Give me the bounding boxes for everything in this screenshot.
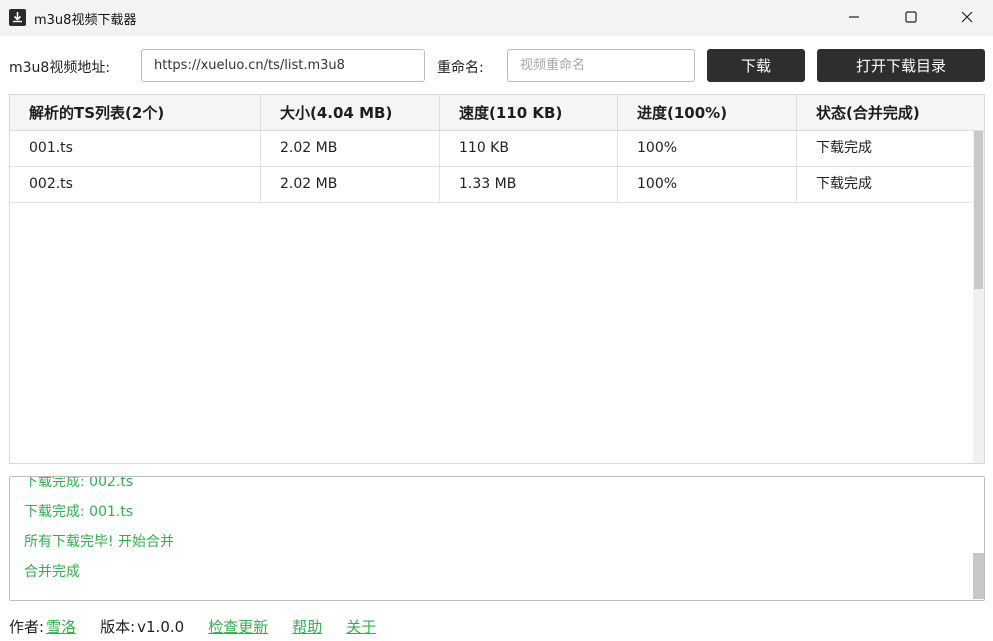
download-button[interactable]: 下载 xyxy=(707,49,805,82)
maximize-button[interactable] xyxy=(888,0,934,34)
header-ts-list[interactable]: 解析的TS列表(2个) xyxy=(10,95,261,131)
cell-speed: 1.33 MB xyxy=(440,167,618,202)
minimize-button[interactable] xyxy=(831,0,877,34)
rename-label: 重命名: xyxy=(437,60,484,76)
cell-speed: 110 KB xyxy=(440,131,618,166)
table-body: 001.ts 2.02 MB 110 KB 100% 下载完成 002.ts 2… xyxy=(10,131,972,203)
url-label: m3u8视频地址: xyxy=(9,60,111,76)
rename-input[interactable] xyxy=(507,49,695,82)
table-row[interactable]: 001.ts 2.02 MB 110 KB 100% 下载完成 xyxy=(10,131,972,167)
window-title: m3u8视频下载器 xyxy=(34,13,137,28)
cell-size: 2.02 MB xyxy=(261,131,440,166)
header-progress[interactable]: 进度(100%) xyxy=(618,95,797,131)
m3u8-url-input[interactable] xyxy=(141,49,425,82)
ts-list-table: 解析的TS列表(2个) 大小(4.04 MB) 速度(110 KB) 进度(10… xyxy=(9,94,985,464)
help-link[interactable]: 帮助 xyxy=(292,616,322,637)
close-button[interactable] xyxy=(944,0,990,34)
footer: 作者: 雪洛 版本: v1.0.0 检查更新 帮助 关于 xyxy=(9,616,376,637)
version-value: v1.0.0 xyxy=(137,617,185,636)
cell-size: 2.02 MB xyxy=(261,167,440,202)
author-label: 作者: xyxy=(9,618,45,636)
table-row[interactable]: 002.ts 2.02 MB 1.33 MB 100% 下载完成 xyxy=(10,167,972,203)
about-link[interactable]: 关于 xyxy=(346,616,376,637)
cell-status: 下载完成 xyxy=(816,140,872,156)
log-line: 下载完成: 001.ts xyxy=(24,504,134,520)
open-download-dir-button[interactable]: 打开下载目录 xyxy=(817,49,985,82)
log-panel[interactable]: 下载完成: 002.ts 下载完成: 001.ts 所有下载完毕! 开始合并 合… xyxy=(9,476,985,601)
cell-progress: 100% xyxy=(618,131,797,166)
version-label: 版本: xyxy=(100,618,136,636)
log-line: 所有下载完毕! 开始合并 xyxy=(24,534,175,550)
table-header: 解析的TS列表(2个) 大小(4.04 MB) 速度(110 KB) 进度(10… xyxy=(10,95,984,131)
author-link[interactable]: 雪洛 xyxy=(46,616,76,637)
cell-filename: 002.ts xyxy=(10,167,261,202)
cell-filename: 001.ts xyxy=(10,131,261,166)
header-speed[interactable]: 速度(110 KB) xyxy=(440,95,618,131)
cell-progress: 100% xyxy=(618,167,797,202)
header-status[interactable]: 状态(合并完成) xyxy=(797,95,984,131)
check-update-link[interactable]: 检查更新 xyxy=(208,616,268,637)
log-scrollbar-thumb[interactable] xyxy=(973,553,984,599)
log-line: 合并完成 xyxy=(24,564,80,580)
cell-status: 下载完成 xyxy=(816,176,872,192)
log-line: 下载完成: 002.ts xyxy=(24,476,134,490)
app-download-icon xyxy=(9,9,26,26)
table-scrollbar-thumb[interactable] xyxy=(974,131,983,289)
header-size[interactable]: 大小(4.04 MB) xyxy=(261,95,440,131)
table-scrollbar[interactable] xyxy=(973,131,984,463)
title-bar: m3u8视频下载器 xyxy=(0,0,993,36)
